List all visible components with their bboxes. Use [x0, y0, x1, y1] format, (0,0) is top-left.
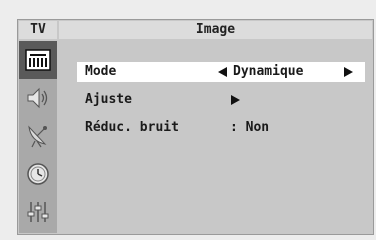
arrow-left-icon[interactable]	[218, 67, 227, 77]
picture-icon	[25, 49, 51, 71]
sidebar-item-picture[interactable]	[19, 41, 57, 79]
sidebar-item-channel[interactable]	[19, 117, 57, 155]
mode-value: Dynamique	[233, 64, 304, 79]
satellite-dish-icon	[28, 125, 47, 148]
noise-label: Réduc. bruit	[85, 120, 179, 135]
speaker-icon	[27, 87, 48, 109]
ajuste-label: Ajuste	[85, 92, 132, 107]
sidebar-item-sound[interactable]	[19, 79, 57, 117]
equalizer-icon	[27, 202, 49, 222]
arrow-right-icon[interactable]	[231, 95, 240, 105]
menu-item-noise-reduction[interactable]: Réduc. bruit : Non	[77, 118, 365, 138]
mode-label: Mode	[85, 64, 117, 79]
menu-sidebar	[19, 41, 57, 233]
tv-source-label: TV	[19, 21, 57, 39]
clock-icon	[27, 163, 49, 185]
menu-title: Image	[59, 21, 372, 39]
noise-value: : Non	[230, 120, 270, 135]
menu-panel: Mode Dynamique Ajuste Réduc. bruit : Non	[59, 41, 372, 233]
arrow-right-icon[interactable]	[344, 67, 353, 77]
sidebar-item-input[interactable]	[19, 193, 57, 231]
menu-item-mode[interactable]: Mode Dynamique	[77, 62, 365, 82]
menu-item-ajuste[interactable]: Ajuste	[77, 90, 365, 110]
sidebar-item-setup[interactable]	[19, 155, 57, 193]
